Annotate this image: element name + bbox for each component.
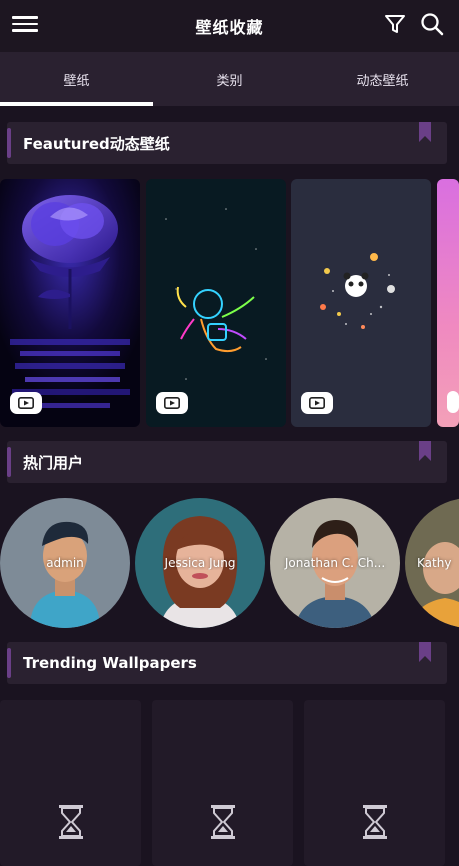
tab-bar: 壁纸 类别 动态壁纸 <box>0 52 459 106</box>
bookmark-icon <box>419 441 431 461</box>
featured-wallpaper-card[interactable] <box>291 179 431 427</box>
user-name: admin <box>46 556 84 570</box>
panda-space-wallpaper-image <box>291 179 431 427</box>
video-play-icon[interactable] <box>301 392 333 414</box>
trending-section-title: Trending Wallpapers <box>23 654 197 672</box>
featured-wallpaper-card[interactable] <box>0 179 140 427</box>
user-avatar-card[interactable]: Jessica Jung <box>135 498 265 628</box>
tab-wallpapers[interactable]: 壁纸 <box>0 52 153 106</box>
trending-wallpaper-card[interactable] <box>152 700 293 866</box>
trending-wallpaper-card[interactable] <box>304 700 445 866</box>
bookmark-icon <box>419 122 431 142</box>
user-avatar-card[interactable]: Kathy <box>405 498 459 628</box>
featured-wallpaper-list <box>0 179 459 427</box>
user-name: Jessica Jung <box>164 556 236 570</box>
featured-wallpaper-card[interactable] <box>146 179 286 427</box>
video-play-icon[interactable] <box>10 392 42 414</box>
app-title: 壁纸收藏 <box>195 18 264 37</box>
trending-wallpaper-card[interactable] <box>0 700 141 866</box>
popular-users-section-title: 热门用户 <box>23 453 84 472</box>
pink-wallpaper-image <box>437 179 459 427</box>
trending-section-header: Trending Wallpapers <box>7 642 447 684</box>
app-bar: 壁纸收藏 <box>0 0 459 52</box>
popular-users-section-header: 热门用户 <box>7 441 447 483</box>
astronaut-wallpaper-image <box>146 179 286 427</box>
popular-users-list: admin Jessica Jung Jonathan C. Ch... Kat… <box>0 498 459 628</box>
featured-wallpaper-card[interactable] <box>437 179 459 427</box>
user-avatar-card[interactable]: admin <box>0 498 130 628</box>
hourglass-loading-icon <box>363 805 387 839</box>
user-avatar-card[interactable]: Jonathan C. Ch... <box>270 498 400 628</box>
user-name: Jonathan C. Ch... <box>284 556 386 570</box>
featured-section-title: Feautured动态壁纸 <box>23 134 170 153</box>
tab-categories[interactable]: 类别 <box>153 52 306 106</box>
hourglass-loading-icon <box>59 805 83 839</box>
hamburger-menu-icon[interactable] <box>12 12 38 38</box>
tab-live-wallpapers[interactable]: 动态壁纸 <box>306 52 459 106</box>
bookmark-icon <box>419 642 431 662</box>
search-icon[interactable] <box>419 11 445 37</box>
video-play-icon[interactable] <box>156 392 188 414</box>
filter-icon[interactable] <box>383 12 407 36</box>
rose-wallpaper-image <box>0 179 140 427</box>
user-name: Kathy <box>417 556 452 570</box>
featured-section-header: Feautured动态壁纸 <box>7 122 447 164</box>
hourglass-loading-icon <box>211 805 235 839</box>
